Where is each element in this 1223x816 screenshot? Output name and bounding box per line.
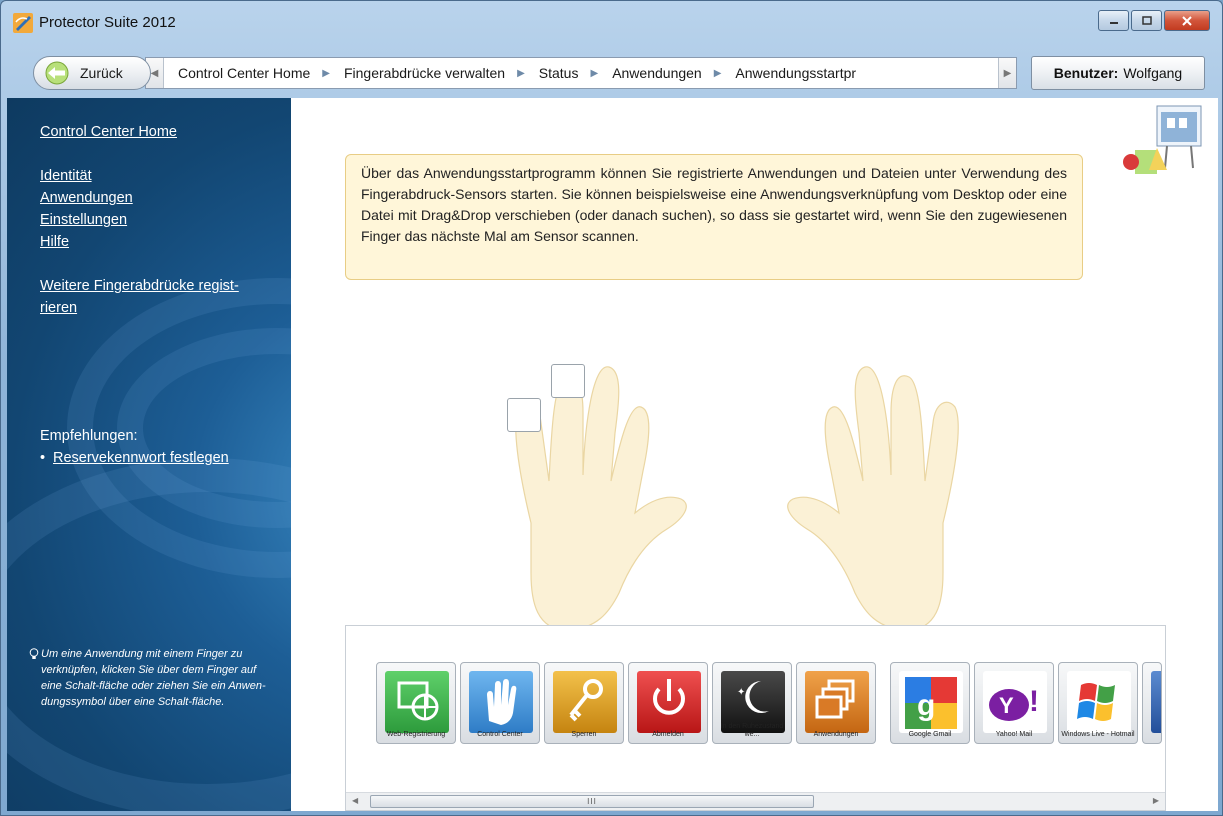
breadcrumb-label: Status	[538, 65, 579, 81]
breadcrumb-item[interactable]: Control Center Home ▶	[164, 65, 330, 81]
breadcrumb-item[interactable]: Fingerabdrücke verwalten ▶	[330, 65, 525, 81]
back-button[interactable]: Zurück	[33, 56, 151, 90]
window-controls	[1098, 10, 1210, 31]
sidebar-link-register-fingerprints[interactable]: Weitere Fingerabdrücke regist-	[40, 278, 239, 294]
sidebar-link-applications[interactable]: Anwendungen	[40, 190, 133, 206]
protector-suite-icon	[13, 13, 33, 33]
hands-illustration	[497, 363, 977, 663]
breadcrumb-arrow-icon: ▶	[713, 67, 722, 79]
globe-icon	[385, 671, 449, 733]
minimize-icon	[1109, 21, 1118, 24]
back-arrow-icon	[45, 61, 69, 85]
breadcrumb-label: Anwendungen	[612, 65, 702, 81]
user-name: Wolfgang	[1123, 65, 1183, 81]
recommendations-title: Empfehlungen:	[40, 428, 138, 444]
navigation-bar: ◀ Control Center Home ▶ Fingerabdrücke ve…	[19, 54, 1211, 94]
sidebar-link-settings[interactable]: Einstellungen	[40, 212, 127, 228]
svg-text:g: g	[917, 689, 935, 722]
scrollbar-grip: III	[587, 797, 597, 806]
back-label: Zurück	[80, 65, 123, 81]
hand-icon	[469, 671, 533, 733]
maximize-icon	[1141, 16, 1152, 25]
app-tile-label: Google Gmail	[908, 731, 952, 738]
finger-slot-left-middle[interactable]	[551, 364, 585, 398]
scrollbar-thumb[interactable]: III	[370, 795, 814, 808]
scroll-left-icon[interactable]: ◀	[352, 796, 358, 805]
app-tile-hotmail[interactable]: Windows Live - Hotmail	[1058, 662, 1138, 744]
breadcrumb-scroll-right[interactable]: ▶	[998, 58, 1016, 88]
power-icon	[637, 671, 701, 733]
app-tile-label: Control Center	[477, 731, 523, 738]
windows-flag-icon	[1067, 671, 1131, 733]
finger-slot-left-ring[interactable]	[507, 398, 541, 432]
breadcrumb-label: Control Center Home	[178, 65, 311, 81]
breadcrumb-item[interactable]: Anwendungen ▶	[598, 65, 721, 81]
scroll-right-icon[interactable]: ▶	[1153, 796, 1159, 805]
horizontal-scrollbar[interactable]: ◀ III ▶	[346, 792, 1165, 810]
breadcrumb-item[interactable]: Status ▶	[525, 65, 598, 81]
app-tile-label: In den Ruhezustand we...	[720, 723, 784, 738]
app-tile-label: Anwendungen	[813, 731, 859, 738]
sidebar-link-identity[interactable]: Identität	[40, 168, 92, 184]
right-hand	[787, 366, 959, 632]
breadcrumb-label: Fingerabdrücke verwalten	[343, 65, 506, 81]
app-tile-yahoo-mail[interactable]: Y! Yahoo! Mail	[974, 662, 1054, 744]
title-bar: Protector Suite 2012	[1, 1, 1222, 45]
breadcrumb-arrow-icon: ▶	[322, 67, 330, 79]
sidebar-link-home[interactable]: Control Center Home	[40, 124, 177, 140]
lightbulb-icon	[29, 648, 39, 659]
breadcrumb-arrow-icon: ▶	[590, 67, 599, 79]
app-tile-hibernate[interactable]: ✦ In den Ruhezustand we...	[712, 662, 792, 744]
sidebar-link-help[interactable]: Hilfe	[40, 234, 69, 250]
breadcrumb-item[interactable]: Anwendungsstartpr	[721, 65, 856, 81]
minimize-button[interactable]	[1098, 10, 1129, 31]
app-tile-control-center[interactable]: Control Center	[460, 662, 540, 744]
app-tile-label: Abmelden	[652, 731, 684, 738]
app-icon	[1151, 671, 1161, 733]
tip-text: Um eine Anwendung mit einem Finger zu ve…	[41, 648, 266, 708]
application-tiles: Web-Registrierung Control Center Sperren	[376, 662, 1162, 744]
left-hand	[515, 366, 687, 632]
app-tile-applications[interactable]: Anwendungen	[796, 662, 876, 744]
app-tile-gmail[interactable]: g Google Gmail	[890, 662, 970, 744]
user-label: Benutzer:	[1053, 65, 1119, 81]
app-tile-label: Web-Registrierung	[386, 731, 446, 738]
app-tile-logoff[interactable]: Abmelden	[628, 662, 708, 744]
sidebar: Control Center Home Identität Anwendunge…	[7, 98, 291, 811]
app-tile-label: Yahoo! Mail	[995, 731, 1033, 738]
background-swirl	[7, 458, 291, 811]
main-panel: Über das Anwendungsstartprogramm können …	[291, 98, 1218, 811]
content-area: Control Center Home Identität Anwendunge…	[7, 98, 1218, 811]
sidebar-link-register-fingerprints-cont[interactable]: rieren	[40, 300, 77, 316]
app-tile-lock[interactable]: Sperren	[544, 662, 624, 744]
breadcrumb: ◀ Control Center Home ▶ Fingerabdrücke ve…	[145, 57, 1017, 89]
window-title: Protector Suite 2012	[39, 14, 176, 31]
yahoo-icon: Y!	[983, 671, 1047, 733]
user-indicator[interactable]: Benutzer: Wolfgang	[1031, 56, 1205, 90]
network-decoration-icon	[1123, 105, 1202, 174]
windows-stack-icon	[805, 671, 869, 733]
app-tile-label: Windows Live - Hotmail	[1061, 731, 1135, 738]
application-strip: Web-Registrierung Control Center Sperren	[345, 625, 1166, 811]
close-button[interactable]	[1164, 10, 1210, 31]
app-tile-label: Sperren	[571, 731, 597, 738]
recommendation-link[interactable]: Reservekennwort festlegen	[53, 450, 229, 466]
hands-graphic	[515, 366, 959, 632]
key-icon	[553, 671, 617, 733]
breadcrumb-arrow-icon: ▶	[517, 67, 525, 79]
svg-text:✦: ✦	[737, 687, 745, 698]
tip-text-block: Um eine Anwendung mit einem Finger zu ve…	[29, 646, 269, 710]
app-window: Protector Suite 2012 ◀ Control Center Ho…	[0, 0, 1223, 816]
bullet: •	[40, 450, 46, 466]
maximize-button[interactable]	[1131, 10, 1162, 31]
info-text: Über das Anwendungsstartprogramm können …	[361, 165, 1067, 244]
close-icon	[1182, 15, 1192, 26]
svg-text:!: !	[1029, 685, 1039, 718]
breadcrumb-label: Anwendungsstartpr	[735, 65, 857, 81]
app-tile-partial[interactable]	[1142, 662, 1162, 744]
info-box: Über das Anwendungsstartprogramm können …	[345, 154, 1083, 280]
google-icon: g	[899, 671, 963, 733]
app-tile-web-registration[interactable]: Web-Registrierung	[376, 662, 456, 744]
svg-text:Y: Y	[999, 693, 1014, 718]
